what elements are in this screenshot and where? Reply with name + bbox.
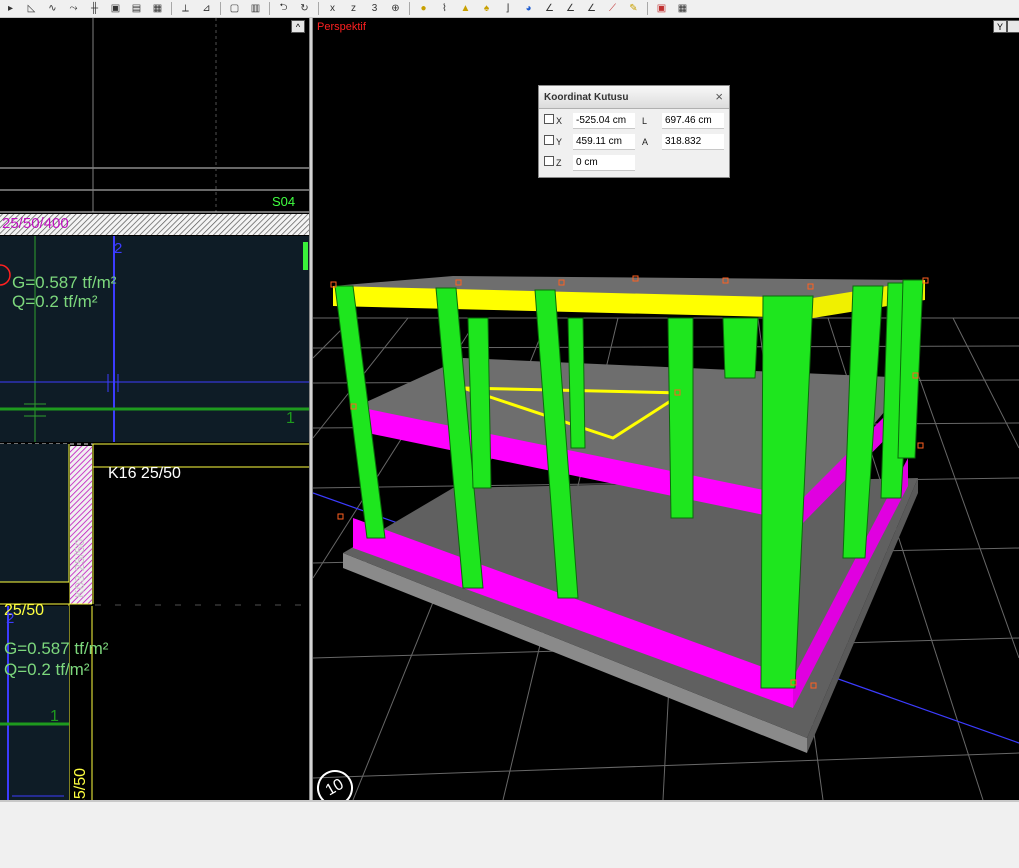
x-value-field[interactable]: -525.04 cm — [573, 113, 635, 129]
column-tool-icon[interactable]: ▣ — [106, 1, 125, 16]
toolbar-separator — [318, 2, 319, 15]
angle-b-icon[interactable]: ∠ — [561, 1, 580, 16]
rotate-icon[interactable]: ↻ — [295, 1, 314, 16]
y-value-field[interactable]: 459.11 cm — [573, 134, 635, 150]
slab-label: S04 — [272, 194, 296, 209]
axis-y-label: Y — [556, 137, 563, 147]
pencil-icon[interactable]: ✎ — [624, 1, 643, 16]
coord-row-y: Y 459.11 cm A 318.832 — [539, 133, 729, 151]
line-tool-icon[interactable]: ◺ — [22, 1, 41, 16]
grid-toggle-button[interactable] — [1007, 20, 1019, 33]
wave-tool-icon[interactable]: ∿ — [43, 1, 62, 16]
lock-y-checkbox[interactable] — [544, 135, 554, 145]
light-bulb-icon[interactable]: ● — [414, 1, 433, 16]
z-value-field[interactable]: 0 cm — [573, 155, 635, 171]
pie-icon[interactable]: ◕ — [519, 1, 538, 16]
grid-table-icon[interactable]: ▦ — [673, 1, 692, 16]
coordinate-box[interactable]: Koordinat Kutusu × X -525.04 cm L 697.46… — [538, 85, 730, 178]
axis-z-label: Z — [556, 158, 562, 168]
dimension-tool-icon[interactable]: ⟂ — [176, 1, 195, 16]
coord-row-z: Z 0 cm — [539, 154, 729, 172]
axis-x-label: X — [556, 116, 563, 126]
dimension-3d-icon[interactable]: 3 — [365, 1, 384, 16]
section-tool-icon[interactable]: ▸ — [1, 1, 20, 16]
triangle-icon[interactable]: ▲ — [456, 1, 475, 16]
live-load-upper: Q=0.2 tf/m² — [12, 292, 98, 311]
close-icon[interactable]: × — [715, 89, 723, 104]
angle-c-icon[interactable]: ∠ — [582, 1, 601, 16]
coord-row-x: X -525.04 cm L 697.46 cm — [539, 112, 729, 130]
angle-value-field[interactable]: 318.832 — [662, 134, 724, 150]
beam-k16-label: K16 25/50 — [108, 465, 181, 482]
box-tool-icon[interactable]: ▢ — [225, 1, 244, 16]
status-bar — [0, 800, 1019, 868]
beam-bottom-vertical-label: 25/50 — [72, 767, 89, 800]
plan-drawing — [0, 18, 309, 800]
slope-icon[interactable]: ⟋ — [603, 1, 622, 16]
coordinate-box-titlebar[interactable]: Koordinat Kutusu × — [539, 86, 729, 109]
stairs-icon[interactable]: ⌇ — [435, 1, 454, 16]
level-tool-icon[interactable]: ⊿ — [197, 1, 216, 16]
undo-redo-icon[interactable]: ⮌ — [274, 1, 293, 16]
live-load-lower: Q=0.2 tf/m² — [4, 660, 90, 679]
plan-view-pane[interactable]: S04 25/50/400 2 G=0.587 tf/m² Q=0.2 tf/m… — [0, 18, 309, 800]
angle-a-icon[interactable]: ∠ — [540, 1, 559, 16]
table-tool-icon[interactable]: ▦ — [148, 1, 167, 16]
view-title: Perspektif — [317, 21, 366, 33]
beam-tool-icon[interactable]: ▤ — [127, 1, 146, 16]
zoom-3d-icon[interactable]: ⊕ — [386, 1, 405, 16]
grid-tool-icon[interactable]: ╫ — [85, 1, 104, 16]
axis-tool-icon[interactable]: ⤳ — [64, 1, 83, 16]
toolbar-separator — [171, 2, 172, 15]
coordinate-box-title: Koordinat Kutusu — [544, 92, 629, 103]
toolbar-separator — [269, 2, 270, 15]
axis-number-top: 2 — [114, 240, 123, 257]
toolbar-separator — [409, 2, 410, 15]
beam-vertical-label: K03 25/50 — [72, 538, 87, 598]
beam-top-label: 25/50/400 — [2, 215, 69, 232]
length-label: L — [642, 116, 648, 126]
dimension-z-icon[interactable]: z — [344, 1, 363, 16]
pane-maximize-button[interactable]: ^ — [291, 20, 305, 33]
axis-1-upper: 1 — [286, 410, 295, 427]
dead-load-upper: G=0.587 tf/m² — [12, 273, 117, 292]
window-frame-icon[interactable]: ▣ — [652, 1, 671, 16]
lock-x-checkbox[interactable] — [544, 114, 554, 124]
filter-button[interactable]: Y — [993, 20, 1007, 33]
axis-1-lower: 1 — [50, 708, 59, 725]
angle-label: A — [642, 137, 649, 147]
layout-tool-icon[interactable]: ▥ — [246, 1, 265, 16]
brace-icon[interactable]: ⌋ — [498, 1, 517, 16]
dimension-x-icon[interactable]: x — [323, 1, 342, 16]
toolbar-separator — [220, 2, 221, 15]
length-value-field[interactable]: 697.46 cm — [662, 113, 724, 129]
bell-icon[interactable]: ♠ — [477, 1, 496, 16]
main-toolbar: ▸ ◺ ∿ ⤳ ╫ ▣ ▤ ▦ ⟂ ⊿ ▢ ▥ ⮌ ↻ x z 3 ⊕ ● ⌇ … — [0, 0, 1019, 18]
lock-z-checkbox[interactable] — [544, 156, 554, 166]
dead-load-lower: G=0.587 tf/m² — [4, 639, 109, 658]
toolbar-separator — [647, 2, 648, 15]
axis-number-lower: 2 — [6, 610, 15, 627]
